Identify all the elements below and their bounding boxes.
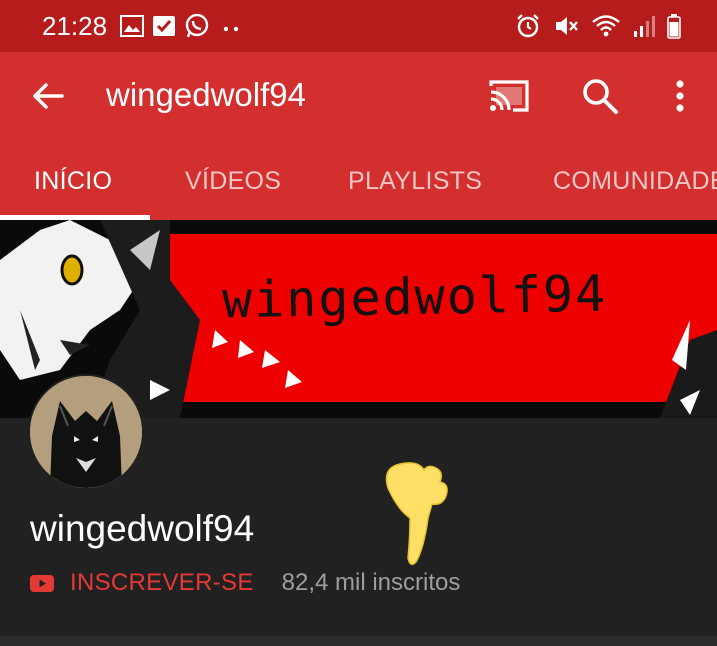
- wolf-avatar-icon: [30, 376, 142, 488]
- tab-videos[interactable]: VÍDEOS: [185, 167, 281, 196]
- wifi-icon: [592, 15, 620, 37]
- tab-inicio[interactable]: INÍCIO: [34, 167, 112, 196]
- notification-icons: [120, 13, 244, 38]
- search-icon[interactable]: [580, 76, 620, 116]
- app-bar: wingedwolf94: [0, 52, 717, 140]
- image-icon: [120, 15, 144, 37]
- mute-icon: [556, 17, 578, 35]
- subscribe-button[interactable]: INSCREVER-SE: [70, 569, 254, 597]
- subscriber-count: 82,4 mil inscritos: [281, 569, 461, 596]
- channel-header: wingedwolf94 INSCREVER-SE 82,4 mil inscr…: [0, 374, 717, 636]
- banner-text: wingedwolf94: [221, 264, 608, 330]
- channel-name: wingedwolf94: [30, 508, 255, 549]
- status-time: 21:28: [42, 11, 108, 41]
- signal-icon: [634, 16, 655, 37]
- cast-icon[interactable]: [487, 78, 531, 114]
- back-arrow-icon[interactable]: [30, 78, 66, 114]
- more-notifications-icon: [223, 26, 239, 32]
- check-box-icon: [153, 16, 175, 36]
- whatsapp-icon: [185, 13, 209, 38]
- app-bar-title: wingedwolf94: [106, 76, 306, 113]
- tab-playlists[interactable]: PLAYLISTS: [348, 167, 482, 196]
- more-vert-icon[interactable]: [670, 76, 690, 116]
- battery-icon: [667, 14, 681, 39]
- tab-comunidade[interactable]: COMUNIDADE: [553, 167, 717, 196]
- youtube-logo-icon: [30, 574, 54, 592]
- alarm-icon: [517, 14, 539, 38]
- channel-tabs: INÍCIO VÍDEOS PLAYLISTS COMUNIDADE: [0, 140, 717, 220]
- subscribe-row: INSCREVER-SE 82,4 mil inscritos: [30, 568, 460, 598]
- channel-avatar[interactable]: [28, 374, 144, 490]
- status-bar: 21:28: [0, 0, 717, 52]
- pointing-finger-icon: [385, 462, 448, 565]
- bottom-divider: [0, 636, 717, 646]
- system-icons: [515, 13, 681, 39]
